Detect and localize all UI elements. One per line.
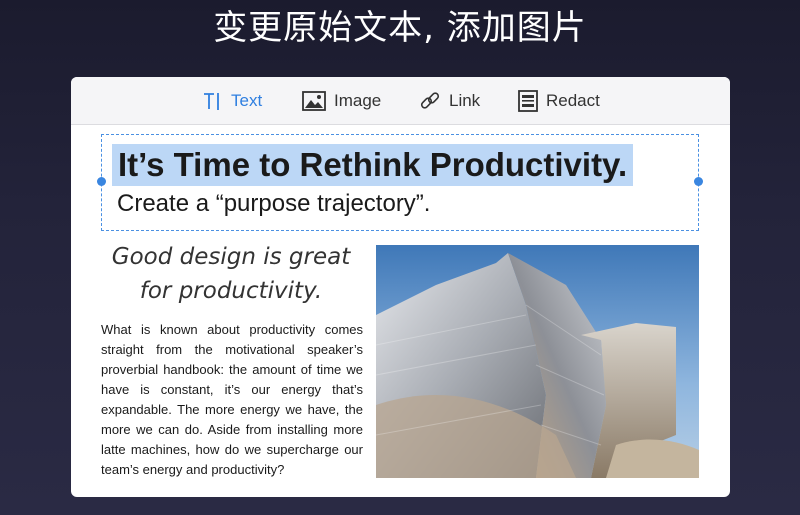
pull-quote[interactable]: Good design is great for productivity. bbox=[101, 240, 361, 308]
tool-redact-label: Redact bbox=[546, 91, 600, 110]
tool-link-label: Link bbox=[449, 91, 481, 110]
editor-panel: Text Image Link Redact It’s Time to Reth… bbox=[71, 77, 730, 497]
promo-headline: 变更原始文本, 添加图片 bbox=[213, 8, 587, 48]
tool-link-button[interactable]: Link bbox=[419, 77, 480, 125]
document-subtitle[interactable]: Create a “purpose trajectory”. bbox=[117, 189, 430, 219]
tool-image-button[interactable]: Image bbox=[302, 77, 381, 125]
body-paragraph[interactable]: What is known about productivity comes s… bbox=[101, 320, 363, 480]
tool-redact-button[interactable]: Redact bbox=[518, 77, 600, 125]
redact-icon bbox=[518, 90, 538, 112]
link-icon bbox=[419, 90, 441, 112]
image-icon bbox=[302, 91, 326, 111]
tool-text-button[interactable]: Text bbox=[203, 77, 262, 125]
tool-image-label: Image bbox=[334, 91, 382, 110]
edit-toolbar: Text Image Link Redact bbox=[71, 77, 730, 125]
tool-text-label: Text bbox=[231, 91, 263, 110]
document-title[interactable]: It’s Time to Rethink Productivity. bbox=[112, 144, 634, 186]
selection-handle-left[interactable] bbox=[97, 177, 106, 186]
selection-handle-right[interactable] bbox=[694, 177, 703, 186]
architecture-photo[interactable] bbox=[376, 245, 699, 478]
text-cursor-icon bbox=[203, 91, 223, 111]
